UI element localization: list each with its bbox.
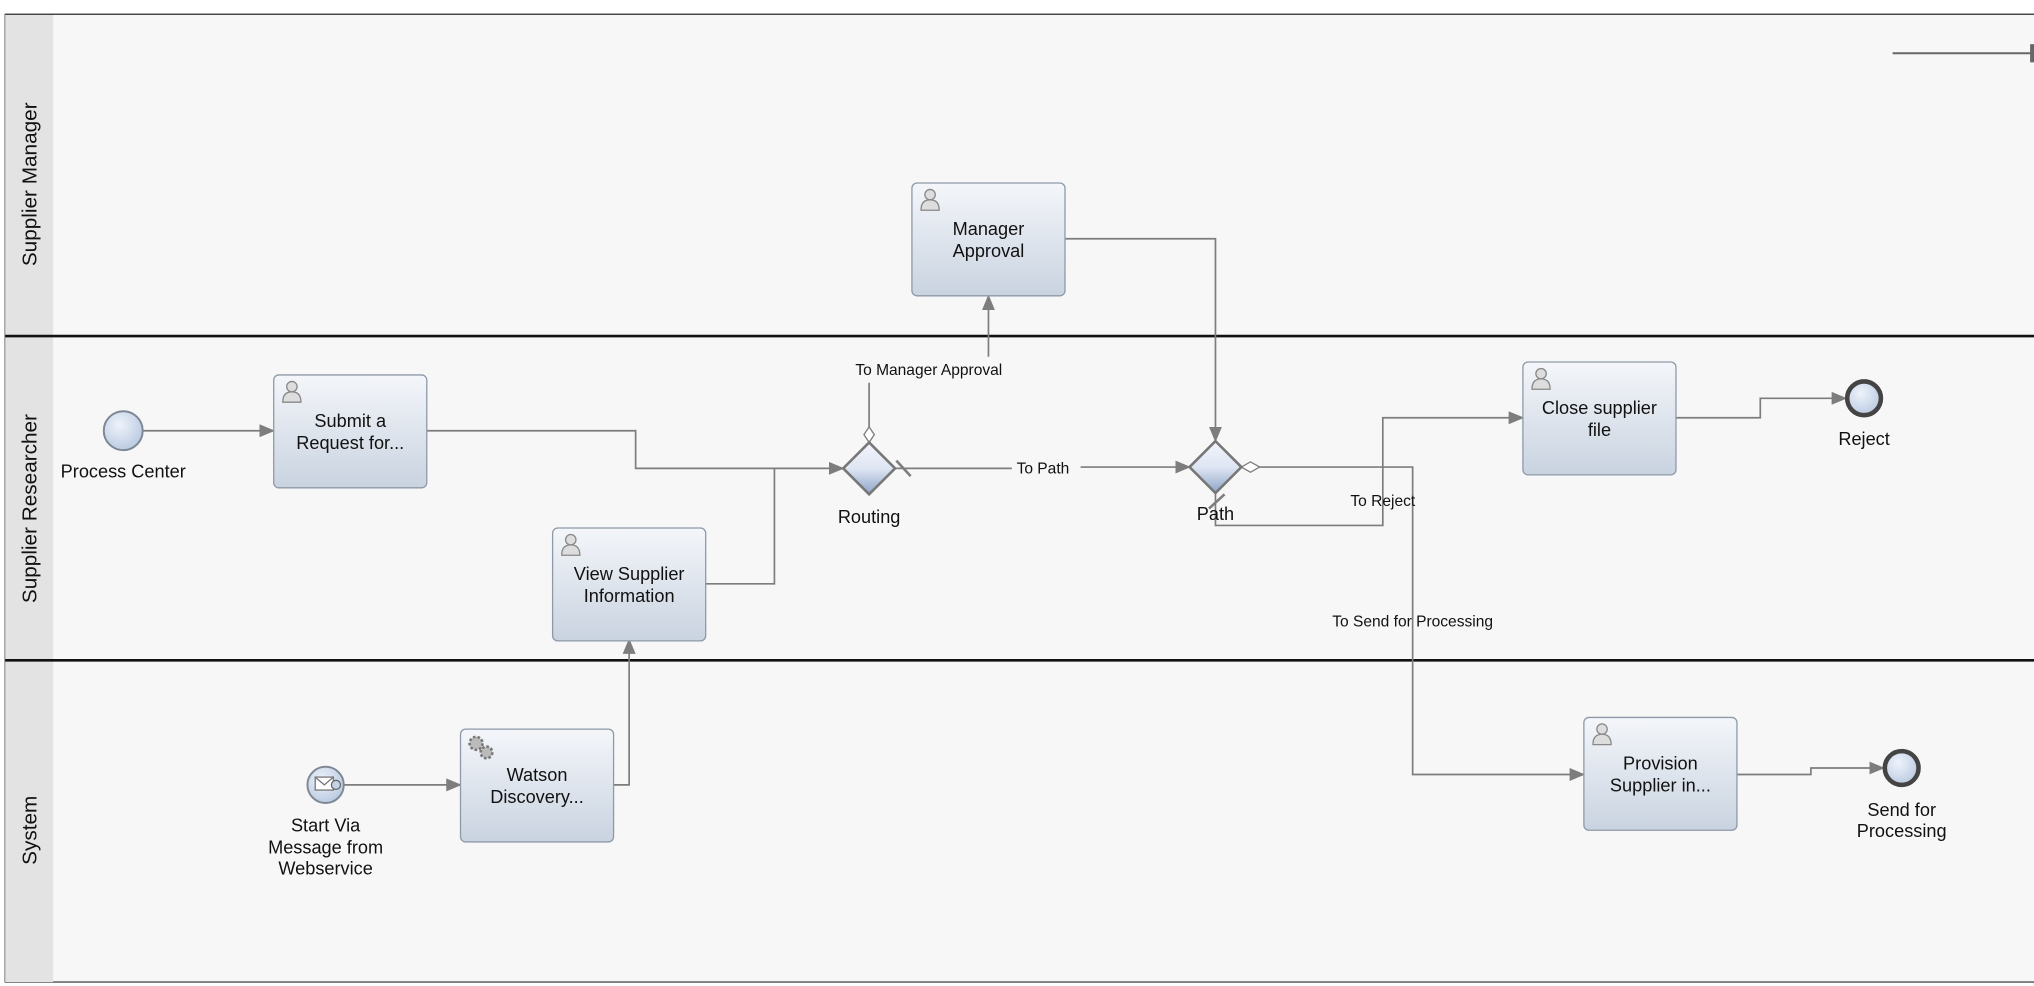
svg-text:Supplier in...: Supplier in... [1610, 775, 1711, 795]
svg-text:Approval: Approval [953, 241, 1025, 261]
task-provision-supplier[interactable]: Provision Supplier in... [1583, 716, 1738, 831]
flow-label-to-manager-approval: To Manager Approval [855, 362, 1002, 379]
lane-supplier-manager: Supplier Manager [18, 102, 41, 266]
flow-label-to-send-for-processing: To Send for Processing [1332, 614, 1493, 631]
svg-text:Information: Information [584, 586, 675, 606]
lane-supplier-researcher: Supplier Researcher [18, 414, 41, 603]
svg-text:Manager: Manager [953, 219, 1025, 239]
task-manager-approval[interactable]: Manager Approval [911, 182, 1066, 297]
svg-text:Provision: Provision [1623, 753, 1698, 773]
svg-text:Reject: Reject [1838, 429, 1889, 449]
svg-text:Message from: Message from [268, 838, 383, 858]
flow-label-to-reject: To Reject [1350, 493, 1415, 510]
svg-text:View Supplier: View Supplier [574, 564, 685, 584]
svg-text:Start Via: Start Via [291, 816, 361, 836]
process-diagram: Supplier Manager Supplier Researcher Sys… [4, 13, 2034, 983]
task-close-supplier-file[interactable]: Close supplier file [1522, 361, 1677, 476]
svg-text:Close supplier: Close supplier [1542, 398, 1657, 418]
task-submit-request[interactable]: Submit a Request for... [273, 374, 428, 489]
svg-text:Path: Path [1197, 504, 1234, 524]
svg-text:Webservice: Webservice [278, 858, 373, 878]
svg-text:Processing: Processing [1857, 821, 1947, 841]
lane-system: System [18, 796, 41, 865]
svg-text:Process Center: Process Center [61, 461, 186, 481]
task-watson-discovery[interactable]: Watson Discovery... [459, 728, 615, 843]
task-view-supplier-information[interactable]: View Supplier Information [551, 527, 707, 642]
svg-text:Routing: Routing [838, 507, 901, 527]
svg-text:Request for...: Request for... [296, 433, 404, 453]
svg-text:Send for: Send for [1867, 800, 1936, 820]
svg-text:Watson: Watson [507, 765, 568, 785]
flow-label-to-path: To Path [1017, 461, 1070, 478]
svg-text:Discovery...: Discovery... [490, 787, 584, 807]
svg-text:Submit a: Submit a [314, 411, 387, 431]
svg-text:file: file [1588, 420, 1611, 440]
